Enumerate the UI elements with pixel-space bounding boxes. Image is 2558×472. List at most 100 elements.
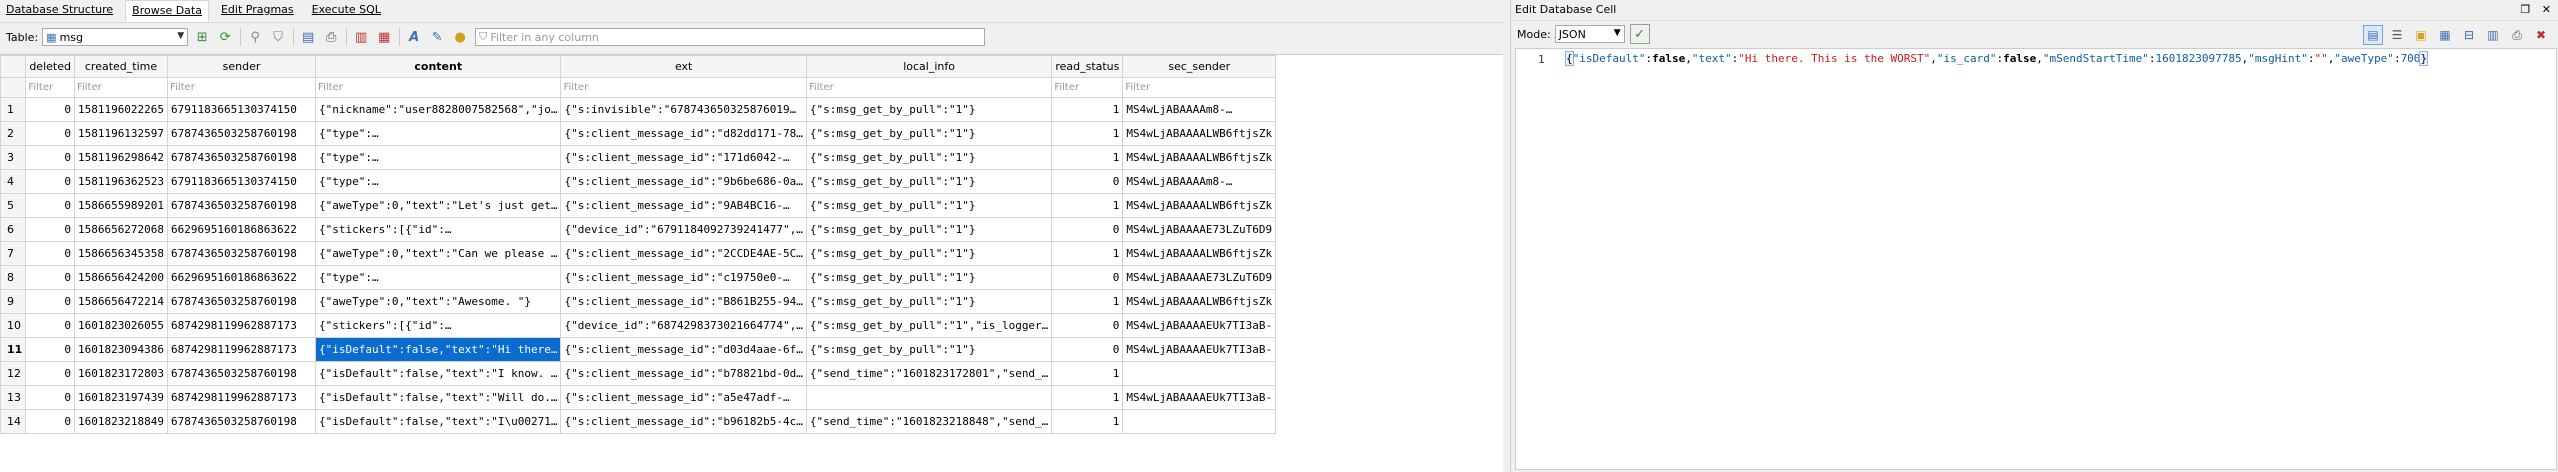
cell-created-time[interactable]: 1586656472214: [73, 289, 169, 314]
cell-created-time[interactable]: 1581196298642: [73, 145, 169, 170]
table-row[interactable]: 6 0 1586656272068 6629695160186863622 {"stic…: [0, 217, 1277, 242]
word-wrap-icon[interactable]: ▤: [2363, 25, 2383, 45]
cell-sender[interactable]: 6787436503258760198: [167, 145, 317, 170]
cell-sec-sender[interactable]: MS4wLjABAAAAm8-…: [1122, 97, 1277, 122]
cell-content[interactable]: {"isDefault":false,"text":"Hi there…: [315, 337, 562, 362]
cell-deleted[interactable]: 0: [25, 337, 75, 362]
column-header-local-info[interactable]: local_info: [805, 55, 1053, 78]
cell-read-status[interactable]: 1: [1051, 409, 1124, 434]
row-number[interactable]: 10: [0, 313, 27, 338]
clear-filters-icon[interactable]: ⚲: [246, 28, 264, 46]
cell-content[interactable]: {"isDefault":false,"text":"Will do.…: [315, 385, 562, 410]
row-number[interactable]: 8: [0, 265, 27, 290]
cell-sender[interactable]: 6787436503258760198: [167, 361, 317, 386]
cell-ext[interactable]: {"s:client_message_id":"a5e47adf-…: [560, 385, 807, 410]
table-row[interactable]: 3 0 1581196298642 6787436503258760198 {"type…: [0, 145, 1277, 170]
table-row[interactable]: 9 0 1586656472214 6787436503258760198 {"aweT…: [0, 289, 1277, 314]
cell-sec-sender[interactable]: MS4wLjABAAAAm8-…: [1122, 169, 1277, 194]
cell-read-status[interactable]: 1: [1051, 361, 1124, 386]
cell-sec-sender[interactable]: MS4wLjABAAAALWB6ftjsZk: [1122, 121, 1277, 146]
cell-content[interactable]: {"isDefault":false,"text":"I know. …: [315, 361, 562, 386]
cell-local-info[interactable]: [805, 385, 1053, 410]
cell-created-time[interactable]: 1586656272068: [73, 217, 169, 242]
filter-input-sec-sender[interactable]: Filter: [1122, 77, 1277, 98]
cell-local-info[interactable]: {"send_time":"1601823172801","send_…: [805, 361, 1053, 386]
table-row[interactable]: 12 0 1601823172803 6787436503258760198 {"isD…: [0, 361, 1277, 386]
cell-read-status[interactable]: 0: [1051, 337, 1124, 362]
cell-ext[interactable]: {"s:client_message_id":"c19750e0-…: [560, 265, 807, 290]
table-row[interactable]: 4 0 1581196362523 6791183665130374150 {"type…: [0, 169, 1277, 194]
cell-ext[interactable]: {"s:client_message_id":"B861B255-94…: [560, 289, 807, 314]
cell-content[interactable]: {"stickers":[{"id":…: [315, 217, 562, 242]
cell-ext[interactable]: {"s:client_message_id":"171d6042-…: [560, 145, 807, 170]
cell-sec-sender[interactable]: MS4wLjABAAAAEUk7TI3aB-: [1122, 337, 1277, 362]
cell-sender[interactable]: 6787436503258760198: [167, 409, 317, 434]
cell-local-info[interactable]: {"s:msg_get_by_pull":"1"}: [805, 169, 1053, 194]
table-view-icon[interactable]: ▤: [299, 28, 317, 46]
highlight-icon[interactable]: ●: [451, 28, 469, 46]
cell-content[interactable]: {"aweType":0,"text":"Awesome. "}: [315, 289, 562, 314]
row-number[interactable]: 5: [0, 193, 27, 218]
cell-sec-sender[interactable]: MS4wLjABAAAAEUk7TI3aB-: [1122, 385, 1277, 410]
cell-deleted[interactable]: 0: [25, 97, 75, 122]
print-icon[interactable]: ⎙: [2507, 25, 2527, 45]
cell-sec-sender[interactable]: MS4wLjABAAAALWB6ftjsZk: [1122, 193, 1277, 218]
cell-sec-sender[interactable]: [1122, 361, 1277, 386]
row-number[interactable]: 7: [0, 241, 27, 266]
column-header-sender[interactable]: sender: [167, 55, 317, 78]
set-null-icon[interactable]: ⊟: [2459, 25, 2479, 45]
import-icon[interactable]: ▣: [2411, 25, 2431, 45]
cell-local-info[interactable]: {"s:msg_get_by_pull":"1"}: [805, 121, 1053, 146]
cell-created-time[interactable]: 1601823026055: [73, 313, 169, 338]
cell-deleted[interactable]: 0: [25, 265, 75, 290]
cell-created-time[interactable]: 1581196362523: [73, 169, 169, 194]
cell-ext[interactable]: {"s:client_message_id":"d03d4aae-6f…: [560, 337, 807, 362]
cell-local-info[interactable]: {"s:msg_get_by_pull":"1"}: [805, 337, 1053, 362]
cell-local-info[interactable]: {"s:msg_get_by_pull":"1","is_logger…: [805, 313, 1053, 338]
row-number[interactable]: 11: [0, 337, 27, 362]
cell-read-status[interactable]: 1: [1051, 97, 1124, 122]
table-row[interactable]: 2 0 1581196132597 6787436503258760198 {"type…: [0, 121, 1277, 146]
insert-record-icon[interactable]: ▥: [352, 28, 370, 46]
close-icon[interactable]: ✕: [2542, 3, 2551, 16]
cell-content[interactable]: {"type":…: [315, 265, 562, 290]
indent-icon[interactable]: ☰: [2387, 25, 2407, 45]
cell-created-time[interactable]: 1586656424200: [73, 265, 169, 290]
cell-created-time[interactable]: 1601823197439: [73, 385, 169, 410]
cell-ext[interactable]: {"s:client_message_id":"2CCDE4AE-5C…: [560, 241, 807, 266]
cell-sender[interactable]: 6874298119962887173: [167, 313, 317, 338]
cell-content[interactable]: {"nickname":"user8828007582568","jo…: [315, 97, 562, 122]
cell-deleted[interactable]: 0: [25, 217, 75, 242]
row-number[interactable]: 6: [0, 217, 27, 242]
cell-read-status[interactable]: 0: [1051, 313, 1124, 338]
cell-deleted[interactable]: 0: [25, 409, 75, 434]
filter-input-created-time[interactable]: Filter: [73, 77, 169, 98]
cell-ext[interactable]: {"device_id":"6791184092739241477",…: [560, 217, 807, 242]
apply-icon[interactable]: ▥: [2483, 25, 2503, 45]
cell-sender[interactable]: 6791183665130374150: [167, 169, 317, 194]
cell-deleted[interactable]: 0: [25, 361, 75, 386]
filter-input-ext[interactable]: Filter: [560, 77, 807, 98]
column-header-created-time[interactable]: created_time: [73, 55, 169, 78]
filter-input-sender[interactable]: Filter: [167, 77, 317, 98]
cell-ext[interactable]: {"s:client_message_id":"b96182b5-4c…: [560, 409, 807, 434]
row-number[interactable]: 14: [0, 409, 27, 434]
cell-sender[interactable]: 6629695160186863622: [167, 217, 317, 242]
cell-sender[interactable]: 6874298119962887173: [167, 337, 317, 362]
delete-icon[interactable]: ✖: [2531, 25, 2551, 45]
cell-content[interactable]: {"aweType":0,"text":"Can we please …: [315, 241, 562, 266]
cell-sender[interactable]: 6787436503258760198: [167, 193, 317, 218]
cell-sec-sender[interactable]: MS4wLjABAAAAE73LZuT6D9: [1122, 217, 1277, 242]
json-code-line[interactable]: {"isDefault":false,"text":"Hi there. Thi…: [1565, 51, 2429, 67]
row-number[interactable]: 13: [0, 385, 27, 410]
cell-read-status[interactable]: 1: [1051, 193, 1124, 218]
cell-deleted[interactable]: 0: [25, 121, 75, 146]
cell-ext[interactable]: {"device_id":"6874298373021664774",…: [560, 313, 807, 338]
cell-created-time[interactable]: 1586656345358: [73, 241, 169, 266]
tab-execute-sql[interactable]: Execute SQL: [306, 0, 387, 20]
cell-read-status[interactable]: 0: [1051, 265, 1124, 290]
cell-ext[interactable]: {"s:client_message_id":"d82dd171-78…: [560, 121, 807, 146]
cell-sender[interactable]: 6787436503258760198: [167, 121, 317, 146]
cell-created-time[interactable]: 1581196132597: [73, 121, 169, 146]
cell-local-info[interactable]: {"s:msg_get_by_pull":"1"}: [805, 241, 1053, 266]
